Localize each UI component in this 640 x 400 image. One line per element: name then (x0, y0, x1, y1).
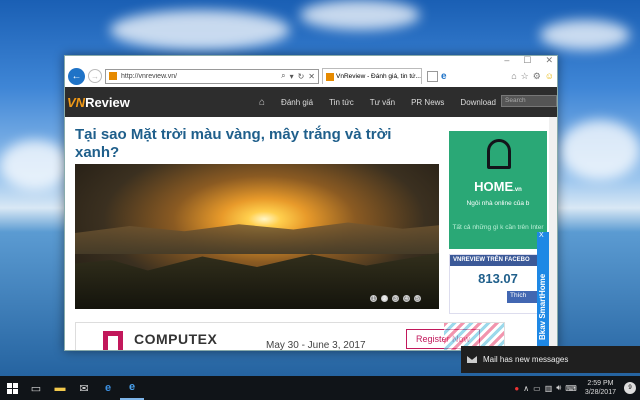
browser-window: – ☐ ✕ ← → http://vnreview.vn/ ⌕ ▾ ↻ ✕ Vn… (64, 55, 558, 351)
close-icon[interactable]: ✕ (545, 56, 553, 65)
page-scrollbar[interactable] (549, 117, 557, 350)
favorites-star-icon[interactable]: ☆ (521, 71, 529, 82)
show-hidden-icons-chevron[interactable]: ∧ (523, 384, 529, 393)
wallpaper-cloud (560, 120, 640, 180)
nav-item-tu-van[interactable]: Tư vấn (362, 98, 403, 107)
site-navbar: VN Review ⌂ Đánh giá Tin tức Tư vấn PR N… (65, 87, 557, 117)
slider-dot-active[interactable]: 2 (381, 295, 388, 302)
mail-envelope-icon (467, 356, 477, 363)
slider-dots: 1 2 3 4 5 (370, 295, 421, 302)
logo-prefix: VN (67, 94, 86, 110)
browser-titlebar: – ☐ ✕ (65, 56, 557, 65)
home-icon[interactable]: ⌂ (511, 71, 516, 82)
volume-icon[interactable]: 🔊︎ (556, 383, 561, 393)
file-explorer-button[interactable]: ▬ (48, 376, 72, 400)
task-view-button[interactable]: ▭ (24, 376, 48, 400)
nav-item-tin-tuc[interactable]: Tin tức (321, 98, 362, 107)
stop-icon[interactable]: ✕ (308, 72, 315, 81)
facebook-like-count: 813.07 (478, 271, 518, 286)
address-url: http://vnreview.vn/ (121, 72, 178, 80)
settings-gear-icon[interactable]: ⚙ (533, 71, 541, 82)
clock-time: 2:59 PM (587, 380, 614, 387)
wallpaper-cloud (0, 140, 70, 190)
home-vn-ad[interactable]: HOME.vn Ngôi nhà online của b Tất cả nhữ… (449, 131, 547, 249)
refresh-icon[interactable]: ↻ (298, 72, 305, 81)
action-center-badge[interactable]: 9 (624, 382, 636, 394)
tab-title: VnReview - Đánh giá, tin tứ... (336, 73, 421, 80)
internet-explorer-button[interactable]: e (120, 376, 144, 400)
mail-notification-toast[interactable]: Mail has new messages (461, 346, 640, 373)
slider-dot[interactable]: 3 (392, 295, 399, 302)
windows-logo-icon (6, 382, 18, 394)
smiley-feedback-icon[interactable]: ☺ (545, 71, 554, 82)
windows-taskbar: ▭ ▬ ✉ e e ● ∧ ▭ ▥ 🔊︎ ⌨ 2:59 PM 3/28/2017… (0, 376, 640, 400)
folder-icon: ▬ (54, 382, 66, 394)
input-language-icon[interactable]: ⌨ (565, 384, 577, 393)
new-tab-button[interactable] (427, 70, 438, 82)
slider-dot[interactable]: 4 (403, 295, 410, 302)
computex-name: COMPUTEX (134, 331, 218, 347)
tab-favicon-icon (326, 72, 334, 81)
network-icon[interactable]: ▥ (545, 384, 553, 393)
search-icon[interactable]: ⌕ (281, 71, 285, 81)
ie-icon: e (441, 70, 447, 82)
mail-app-button[interactable]: ✉ (72, 376, 96, 400)
article-title[interactable]: Tại sao Mặt trời màu vàng, mây trắng và … (75, 126, 405, 162)
clock-date: 3/28/2017 (584, 389, 616, 396)
tab-vnreview[interactable]: VnReview - Đánh giá, tin tứ... ✕ (322, 68, 422, 84)
taskbar-clock[interactable]: 2:59 PM 3/28/2017 (585, 379, 616, 397)
address-bar[interactable]: http://vnreview.vn/ ⌕ ▾ ↻ ✕ (105, 68, 319, 84)
computex-date: May 30 - June 3, 2017 (266, 340, 366, 351)
nav-item-danh-gia[interactable]: Đánh giá (273, 98, 321, 107)
nav-item-download[interactable]: Download (452, 98, 504, 107)
nav-item-pr-news[interactable]: PR News (403, 98, 452, 107)
hero-sunset-image[interactable]: 1 2 3 4 5 (75, 164, 439, 309)
antivirus-icon[interactable]: ● (514, 384, 519, 393)
forward-arrow-icon: → (91, 71, 99, 81)
mail-icon: ✉ (79, 382, 89, 395)
site-search-input[interactable]: Search (501, 95, 557, 107)
wallpaper-cloud (110, 10, 290, 50)
site-home-icon[interactable]: ⌂ (251, 97, 273, 108)
system-tray: ● ∧ ▭ ▥ 🔊︎ ⌨ 2:59 PM 3/28/2017 9 (514, 379, 640, 397)
home-ad-note: Tất cả những gì k cần trên Inter (452, 224, 544, 231)
notification-text: Mail has new messages (483, 355, 569, 364)
bkav-close-icon[interactable]: X (539, 232, 544, 239)
bkav-side-ad[interactable]: X Bkav SmartHome (537, 232, 549, 348)
home-ad-title: HOME.vn (474, 179, 522, 194)
bkav-label: Bkav SmartHome (538, 273, 547, 340)
edge-button[interactable]: e (96, 376, 120, 400)
lock-icon: ▾ (289, 71, 294, 81)
maximize-icon[interactable]: ☐ (523, 56, 531, 65)
vnreview-logo[interactable]: VN Review (67, 95, 130, 110)
home-location-icon (487, 139, 511, 169)
slider-dot[interactable]: 1 (370, 295, 377, 302)
wallpaper-cloud (300, 0, 420, 30)
site-favicon-icon (109, 72, 117, 80)
computex-logo-icon (103, 331, 123, 350)
back-arrow-icon: ← (71, 70, 82, 82)
site-menu: ⌂ Đánh giá Tin tức Tư vấn PR News Downlo… (251, 87, 504, 117)
hero-hills (75, 222, 439, 254)
internet-explorer-icon: e (128, 381, 136, 393)
start-button[interactable] (0, 376, 24, 400)
home-ad-subtitle: Ngôi nhà online của b (466, 200, 530, 207)
battery-icon[interactable]: ▭ (533, 384, 541, 393)
minimize-icon[interactable]: – (504, 56, 509, 65)
facebook-widget: VNREVIEW TRÊN FACEBO 813.07 Thích (449, 254, 547, 314)
computex-banner-ad[interactable]: COMPUTEX May 30 - June 3, 2017 Register … (75, 322, 505, 351)
browser-toolbar: ← → http://vnreview.vn/ ⌕ ▾ ↻ ✕ VnReview… (65, 65, 557, 87)
slider-dot[interactable]: 5 (414, 295, 421, 302)
wallpaper-cloud (540, 20, 630, 50)
forward-button[interactable]: → (88, 69, 102, 83)
edge-icon: e (104, 382, 112, 394)
task-view-icon: ▭ (30, 382, 42, 395)
facebook-widget-header: VNREVIEW TRÊN FACEBO (450, 255, 546, 266)
back-button[interactable]: ← (68, 67, 85, 85)
logo-text: Review (85, 94, 130, 110)
